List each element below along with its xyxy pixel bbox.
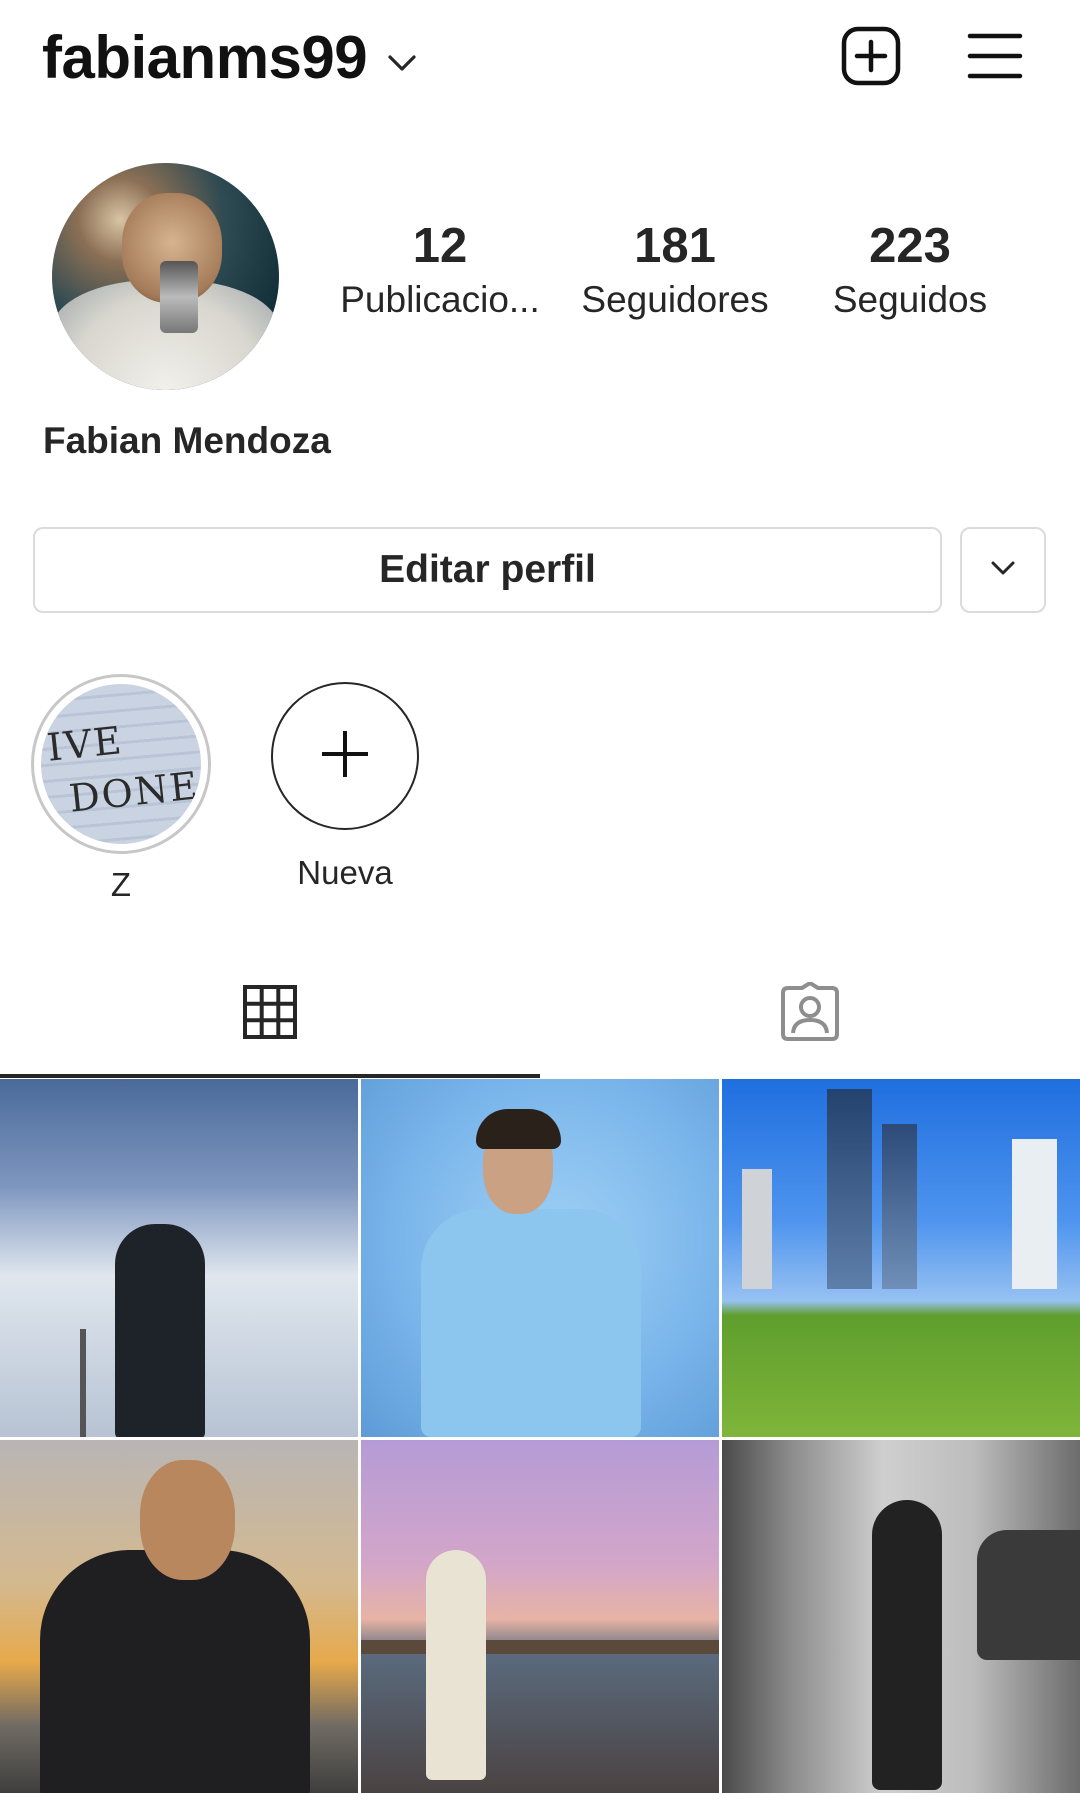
menu-button[interactable] [961,24,1029,92]
new-highlight-circle [271,682,419,830]
edit-profile-button[interactable]: Editar perfil [33,527,942,613]
stat-posts-label: Publicacio... [340,279,540,320]
post-thumbnail[interactable] [361,1079,719,1437]
stat-posts-number: 12 [412,219,468,273]
post-thumbnail[interactable] [722,1440,1080,1793]
posts-grid [0,1079,1080,1793]
profile-avatar[interactable] [52,163,279,390]
highlight-ring: IVE DONE [31,674,211,854]
chevron-down-icon [385,46,419,80]
chevron-down-icon [988,553,1018,588]
suggested-accounts-button[interactable] [960,527,1046,613]
add-post-icon [840,25,902,92]
post-thumbnail[interactable] [0,1079,358,1437]
plus-icon [318,727,372,786]
story-highlight[interactable]: IVE DONE Z [30,674,212,904]
post-thumbnail[interactable] [0,1440,358,1793]
active-tab-indicator [0,1074,540,1078]
tab-posts-grid[interactable] [0,950,540,1078]
highlight-label: Nueva [297,854,393,891]
new-highlight-button[interactable]: Nueva [260,674,430,892]
grid-icon [242,984,298,1045]
username: fabianms99 [42,24,368,91]
tagged-icon [780,980,840,1047]
stat-following-label: Seguidos [832,279,988,320]
stat-posts[interactable]: 12 Publicacio... [330,218,550,326]
post-thumbnail[interactable] [361,1440,719,1793]
highlight-label: Z [110,866,132,903]
stat-followers-label: Seguidores [581,279,769,320]
hamburger-menu-icon [967,28,1023,89]
profile-header: fabianms99 [0,0,1080,116]
highlight-cover-image: IVE DONE [41,684,201,844]
stat-following[interactable]: 223 Seguidos [810,218,1010,326]
post-thumbnail[interactable] [722,1079,1080,1437]
profile-full-name: Fabian Mendoza [43,420,331,461]
stat-following-number: 223 [869,219,951,273]
tab-tagged[interactable] [540,950,1080,1078]
profile-tabs [0,950,1080,1078]
stat-followers[interactable]: 181 Seguidores [570,218,780,326]
new-post-button[interactable] [837,24,905,92]
account-switcher[interactable]: fabianms99 [42,18,419,98]
stat-followers-number: 181 [634,219,716,273]
